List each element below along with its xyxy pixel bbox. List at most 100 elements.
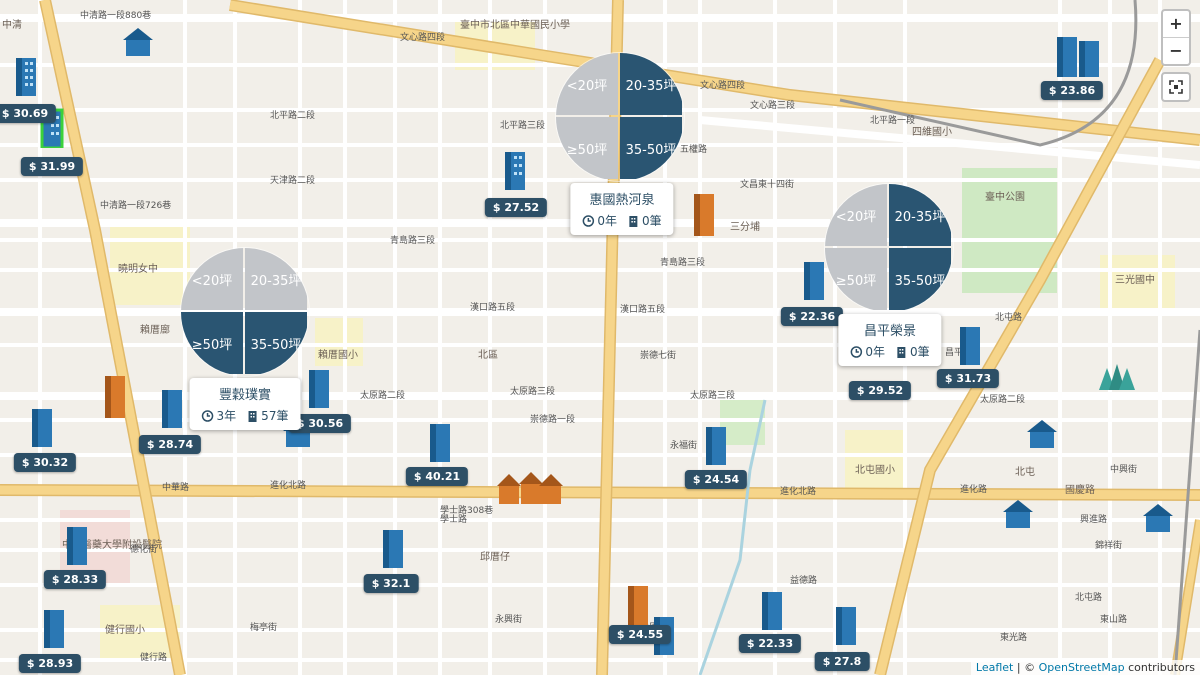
area-label: 曉明女中 xyxy=(118,262,158,275)
price-tag[interactable]: $ 24.54 xyxy=(684,470,748,489)
price-tag[interactable]: $ 24.55 xyxy=(608,625,672,644)
street-label: 益德路 xyxy=(790,574,817,586)
house-marker-icon[interactable] xyxy=(1001,498,1035,528)
price-tag[interactable]: $ 31.99 xyxy=(20,157,84,176)
school-area xyxy=(845,430,905,490)
street-label: 中興街 xyxy=(1110,463,1137,475)
community-info-card[interactable]: 昌平榮景 0年 0筆 xyxy=(838,314,942,366)
building-marker-icon[interactable] xyxy=(13,54,39,96)
area-label: 北屯國小 xyxy=(855,463,895,476)
clock-icon xyxy=(201,409,214,422)
street-label: 漢口路五段 xyxy=(620,303,665,315)
street-label: 漢口路五段 xyxy=(470,301,515,313)
fullscreen-button[interactable] xyxy=(1161,72,1191,102)
community-name: 昌平榮景 xyxy=(863,324,916,339)
building-orange-icon[interactable] xyxy=(691,190,717,236)
street-label: 永興街 xyxy=(495,613,522,625)
building-marker-icon[interactable] xyxy=(427,420,453,462)
pie-segment-35-50[interactable]: 35-50坪 xyxy=(245,312,307,374)
building-marker-icon[interactable] xyxy=(159,386,185,428)
house-marker-icon[interactable] xyxy=(1141,502,1175,532)
map-container[interactable]: 臺中市北區中華國民小學 曉明女中 北區 賴厝國小 賴厝廍 邱厝仔 北屯 北屯國小… xyxy=(0,0,1200,675)
building-orange-icon[interactable] xyxy=(625,582,651,628)
price-tag[interactable]: $ 30.69 xyxy=(0,104,57,123)
building-marker-icon[interactable] xyxy=(502,148,528,190)
house-marker-icon[interactable] xyxy=(121,26,155,56)
pie-segment-under-20[interactable]: <20坪 xyxy=(825,184,887,246)
leaflet-link[interactable]: Leaflet xyxy=(976,661,1013,674)
community-info-card[interactable]: 豐穀璞實 3年 57筆 xyxy=(189,378,301,430)
price-tag[interactable]: $ 23.86 xyxy=(1040,81,1104,100)
street-label: 興進路 xyxy=(1080,513,1107,525)
street-label: 學士路308巷 xyxy=(440,504,493,516)
price-tag[interactable]: $ 32.1 xyxy=(363,574,419,593)
price-tag[interactable]: $ 28.74 xyxy=(138,435,202,454)
building-marker-icon[interactable] xyxy=(801,258,827,300)
area-size-pie-chart[interactable]: <20坪 20-35坪 ≥50坪 35-50坪 xyxy=(181,248,309,376)
osm-link[interactable]: OpenStreetMap xyxy=(1039,661,1125,674)
price-tag[interactable]: $ 28.93 xyxy=(18,654,82,673)
building-icon xyxy=(629,215,637,227)
pie-segment-20-35[interactable]: 20-35坪 xyxy=(620,53,682,115)
pie-segment-20-35[interactable]: 20-35坪 xyxy=(245,248,307,310)
map-attribution: Leaflet | © OpenStreetMap contributors xyxy=(970,660,1200,675)
building-marker-icon[interactable] xyxy=(306,366,332,408)
pie-segment-20-35[interactable]: 20-35坪 xyxy=(889,184,951,246)
clock-icon xyxy=(850,345,863,358)
house-marker-icon[interactable] xyxy=(1025,418,1059,448)
price-tag[interactable]: $ 22.33 xyxy=(738,634,802,653)
building-marker-icon[interactable] xyxy=(833,603,859,645)
street-label: 錦祥街 xyxy=(1095,539,1122,551)
building-marker-icon[interactable] xyxy=(703,423,729,465)
building-marker-icon[interactable] xyxy=(759,588,785,630)
zoom-in-button[interactable]: + xyxy=(1163,11,1189,37)
area-label: 北屯 xyxy=(1015,465,1035,478)
price-tag[interactable]: $ 30.32 xyxy=(13,453,77,472)
price-tag[interactable]: $ 27.8 xyxy=(814,652,870,671)
area-label: 臺中公園 xyxy=(985,190,1025,203)
building-marker-icon[interactable] xyxy=(1055,31,1101,77)
building-orange-icon[interactable] xyxy=(102,372,128,418)
street-label: 太原路二段 xyxy=(980,393,1025,405)
pie-segment-35-50[interactable]: 35-50坪 xyxy=(620,117,682,179)
street-label: 太原路三段 xyxy=(510,385,555,397)
street-label: 北平路一段 xyxy=(870,114,915,126)
price-tag[interactable]: $ 31.73 xyxy=(936,369,1000,388)
area-label: 中清 xyxy=(2,18,22,31)
area-size-pie-chart[interactable]: <20坪 20-35坪 ≥50坪 35-50坪 xyxy=(556,53,684,181)
pie-segment-under-20[interactable]: <20坪 xyxy=(181,248,243,310)
street-label: 中清路一段726巷 xyxy=(100,199,171,211)
clock-icon xyxy=(582,214,595,227)
area-size-pie-chart[interactable]: <20坪 20-35坪 ≥50坪 35-50坪 xyxy=(825,184,953,312)
pie-segment-35-50[interactable]: 35-50坪 xyxy=(889,248,951,310)
street-label: 東山路 xyxy=(1100,613,1127,625)
building-marker-icon[interactable] xyxy=(957,323,983,365)
pie-segment-over-50[interactable]: ≥50坪 xyxy=(556,117,618,179)
building-marker-icon[interactable] xyxy=(41,606,67,648)
street-label: 文心路三段 xyxy=(750,99,795,111)
street-label: 崇德路一段 xyxy=(530,413,575,425)
price-tag[interactable]: $ 28.33 xyxy=(43,570,107,589)
street-label: 文心路四段 xyxy=(400,31,445,43)
pie-segment-over-50[interactable]: ≥50坪 xyxy=(181,312,243,374)
street-label: 天津路二段 xyxy=(270,174,315,186)
price-tag[interactable]: $ 40.21 xyxy=(405,467,469,486)
building-marker-icon[interactable] xyxy=(380,526,406,568)
deal-count: 57筆 xyxy=(261,409,289,423)
building-marker-icon[interactable] xyxy=(64,523,90,565)
street-label: 北屯路 xyxy=(1075,591,1102,603)
price-tag[interactable]: $ 27.52 xyxy=(484,198,548,217)
street-label: 中清路一段880巷 xyxy=(80,9,151,21)
price-tag[interactable]: $ 29.52 xyxy=(848,381,912,400)
street-label: 永福街 xyxy=(670,439,697,451)
community-info-card[interactable]: 惠國熱河泉 0年 0筆 xyxy=(570,183,674,235)
area-label: 健行國小 xyxy=(105,623,145,636)
pie-segment-over-50[interactable]: ≥50坪 xyxy=(825,248,887,310)
building-marker-icon[interactable] xyxy=(29,405,55,447)
street-label: 中華路 xyxy=(162,481,189,493)
street-label: 青島路三段 xyxy=(660,256,705,268)
pie-segment-under-20[interactable]: <20坪 xyxy=(556,53,618,115)
area-label: 四維國小 xyxy=(912,125,952,138)
house-cluster-orange-icon[interactable] xyxy=(495,470,565,506)
zoom-out-button[interactable]: − xyxy=(1163,37,1189,64)
